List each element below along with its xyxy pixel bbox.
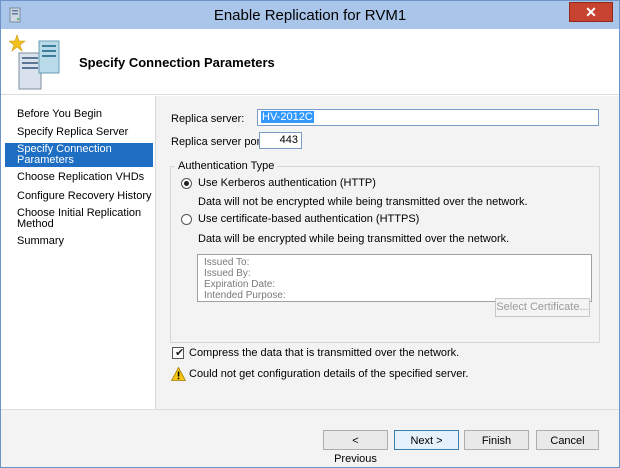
- nav-item-choose-initial-replication-method[interactable]: Choose Initial Replication Method: [5, 207, 145, 231]
- replica-port-input[interactable]: 443: [259, 132, 302, 149]
- wizard-header: Specify Connection Parameters: [1, 29, 619, 95]
- authentication-type-title: Authentication Type: [175, 160, 278, 172]
- nav-item-before-you-begin[interactable]: Before You Begin: [5, 108, 153, 121]
- wizard-nav: Before You Begin Specify Replica Server …: [1, 96, 156, 409]
- nav-item-summary[interactable]: Summary: [5, 235, 153, 248]
- wizard-footer: < Previous Next > Finish Cancel: [1, 409, 619, 467]
- replica-server-value: HV-2012C: [261, 111, 314, 123]
- issued-by-label: Issued By:: [204, 268, 251, 279]
- replica-server-input[interactable]: HV-2012C: [257, 109, 599, 126]
- nav-item-choose-replication-vhds[interactable]: Choose Replication VHDs: [5, 171, 153, 184]
- close-button[interactable]: ✕: [569, 2, 613, 22]
- intended-purpose-label: Intended Purpose:: [204, 290, 286, 301]
- next-button[interactable]: Next >: [394, 430, 459, 450]
- window-title: Enable Replication for RVM1: [213, 7, 407, 24]
- wizard-body: Before You Begin Specify Replica Server …: [1, 96, 619, 409]
- connection-parameters-panel: Replica server: HV-2012C Replica server …: [157, 96, 619, 409]
- replica-server-label: Replica server:: [171, 113, 245, 125]
- expiration-date-label: Expiration Date:: [204, 279, 276, 290]
- check-icon: ✔: [175, 347, 185, 359]
- previous-button[interactable]: < Previous: [323, 430, 388, 465]
- kerberos-note: Data will not be encrypted while being t…: [198, 196, 528, 208]
- certificate-label[interactable]: Use certificate-based authentication (HT…: [198, 213, 419, 225]
- page-title: Specify Connection Parameters: [79, 55, 275, 70]
- nav-item-specify-connection-parameters[interactable]: Specify Connection Parameters: [5, 143, 153, 167]
- warning-icon: [171, 367, 186, 381]
- nav-item-configure-recovery-history[interactable]: Configure Recovery History: [5, 190, 153, 203]
- certificate-radio[interactable]: [181, 214, 192, 225]
- title-bar[interactable]: Enable Replication for RVM1 ✕: [1, 1, 619, 29]
- compress-label[interactable]: Compress the data that is transmitted ov…: [189, 347, 459, 359]
- select-certificate-button[interactable]: Select Certificate...: [495, 298, 590, 317]
- finish-button[interactable]: Finish: [464, 430, 529, 450]
- cancel-button[interactable]: Cancel: [536, 430, 599, 450]
- wizard-window: Enable Replication for RVM1 ✕ Specify Co…: [0, 0, 620, 468]
- certificate-note: Data will be encrypted while being trans…: [198, 233, 510, 245]
- issued-to-label: Issued To:: [204, 257, 250, 268]
- compress-checkbox[interactable]: ✔: [172, 347, 184, 359]
- close-icon: ✕: [585, 4, 597, 20]
- warning-text: Could not get configuration details of t…: [189, 368, 469, 380]
- replica-port-label: Replica server port:: [171, 136, 267, 148]
- kerberos-label[interactable]: Use Kerberos authentication (HTTP): [198, 177, 376, 189]
- kerberos-radio[interactable]: [181, 178, 192, 189]
- certificate-details-box: Issued To: Issued By: Expiration Date: I…: [197, 254, 592, 302]
- server-wizard-icon: [9, 34, 60, 90]
- nav-item-specify-replica-server[interactable]: Specify Replica Server: [5, 126, 153, 139]
